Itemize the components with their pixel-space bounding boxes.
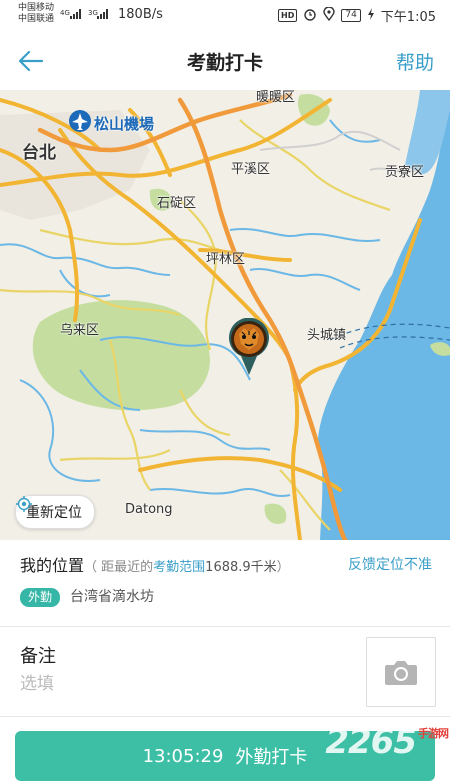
map-label-pingxi: 平溪区 xyxy=(231,162,271,177)
attendance-range-link[interactable]: 考勤范围 xyxy=(153,560,205,575)
map-label-shiding: 石碇区 xyxy=(157,196,197,211)
airport-icon xyxy=(69,110,91,132)
signal-icon xyxy=(70,7,81,19)
location-status-icon xyxy=(323,5,336,25)
network-type-1: 4G xyxy=(60,9,70,17)
signal-icon xyxy=(97,7,108,19)
page-title: 考勤打卡 xyxy=(186,52,263,74)
map-label-wulai: 乌来区 xyxy=(60,323,100,338)
network-speed: 180B/s xyxy=(118,7,163,22)
user-avatar-pin-icon xyxy=(229,318,269,375)
map-label-airport: 松山機場 xyxy=(94,115,155,133)
punch-label: 外勤打卡 xyxy=(235,747,308,768)
map-label-taipei: 台北 xyxy=(22,143,56,163)
address-text: 台湾省滴水坊 xyxy=(70,589,154,605)
status-bar: 中国移动 中国联通 4G 3G 180B/s HD 74 下午1:05 xyxy=(0,0,450,32)
remark-input[interactable] xyxy=(20,671,340,697)
distance-value: 1688.9千米 xyxy=(205,560,277,575)
carrier-2: 中国联通 xyxy=(18,14,55,24)
remark-label: 备注 xyxy=(20,646,56,667)
watermark-number: 2265 xyxy=(325,722,417,762)
carrier-1: 中国移动 xyxy=(18,3,55,13)
feedback-location-link[interactable]: 反馈定位不准 xyxy=(348,554,432,574)
relocate-label: 重新定位 xyxy=(26,505,82,521)
site-watermark: 2265 手游网 xyxy=(325,722,449,762)
location-label: 我的位置 xyxy=(20,556,85,575)
note-suffix: ） xyxy=(276,560,290,575)
location-section: 我的位置（ 距最近的考勤范围1688.9千米） 反馈定位不准 外勤 台湾省滴水坊 xyxy=(0,540,450,627)
note-prefix: （ 距最近的 xyxy=(84,560,154,575)
camera-icon xyxy=(385,661,417,685)
park-area xyxy=(32,300,211,411)
map-label-pinglin: 坪林区 xyxy=(206,252,246,267)
relocate-button[interactable]: 重新定位 xyxy=(15,495,95,529)
distance-note: （ 距最近的考勤范围1688.9千米） xyxy=(84,560,290,575)
carrier-info: 中国移动 中国联通 xyxy=(18,3,54,25)
park-area xyxy=(264,503,287,525)
app-header: 考勤打卡 帮助 xyxy=(0,32,450,89)
map-label-gongliao: 贡寮区 xyxy=(385,165,425,180)
photo-upload-button[interactable] xyxy=(366,637,436,707)
map-label-datong: Datong xyxy=(125,502,173,517)
map-label-toucheng: 头城镇 xyxy=(307,328,347,343)
watermark-sub: 手游网 xyxy=(418,727,449,740)
map-canvas xyxy=(0,90,450,540)
help-link[interactable]: 帮助 xyxy=(396,48,434,75)
hd-icon: HD xyxy=(278,9,298,22)
remark-section: 备注 xyxy=(0,626,450,717)
locate-icon xyxy=(16,496,32,512)
map-label-xiangliao: 暖暖区 xyxy=(256,90,296,105)
field-work-badge: 外勤 xyxy=(20,588,61,607)
battery-icon: 74 xyxy=(341,9,361,22)
location-pin[interactable] xyxy=(228,318,270,376)
punch-time: 13:05:29 xyxy=(142,745,224,767)
location-row: 我的位置（ 距最近的考勤范围1688.9千米） xyxy=(20,552,290,576)
clock-time: 下午1:05 xyxy=(380,10,436,25)
map-view[interactable]: 松山機場 台北 暖暖区 平溪区 贡寮区 石碇区 坪林区 乌来区 头城镇 Dato… xyxy=(0,90,450,540)
alarm-icon xyxy=(303,7,317,25)
charging-icon xyxy=(367,7,375,24)
